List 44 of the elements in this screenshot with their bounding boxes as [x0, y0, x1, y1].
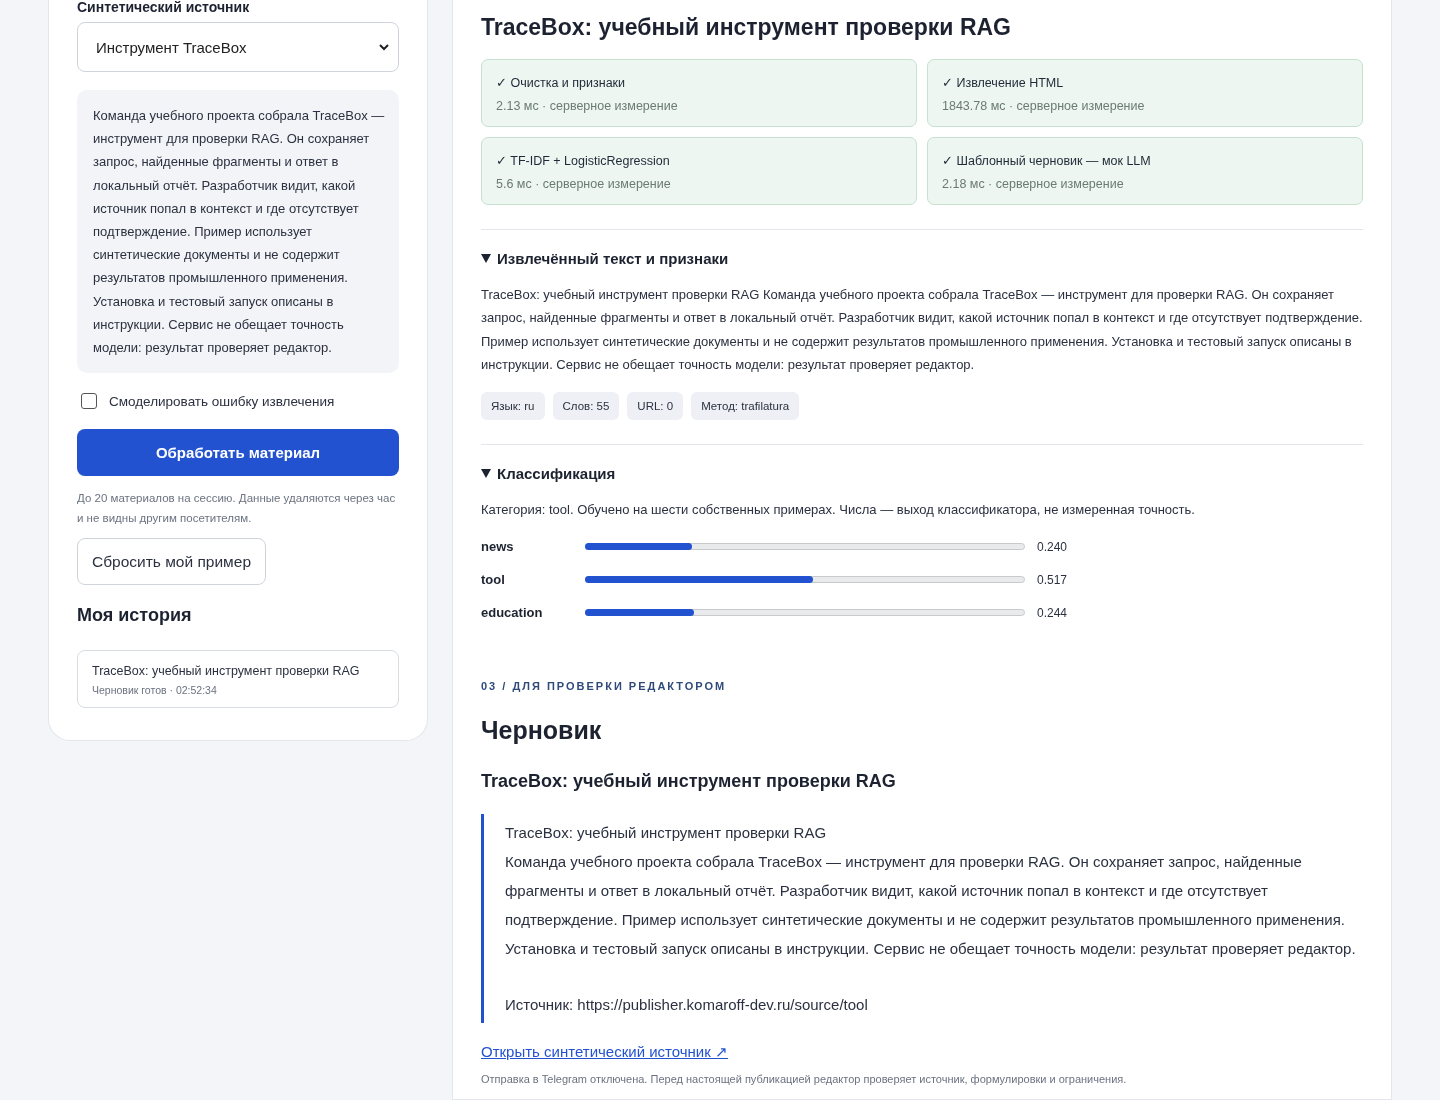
- score-value: 0.244: [1037, 606, 1069, 620]
- section-toggle[interactable]: Классификация: [481, 465, 1363, 483]
- draft-subtitle: TraceBox: учебный инструмент проверки RAG: [481, 771, 897, 793]
- chevron-icon: [378, 41, 390, 53]
- feature-tag: Метод: trafilatura: [691, 392, 800, 421]
- step-meta: 2.13 мс · серверное измерение: [496, 99, 679, 113]
- step-label: ✓ Извлечение HTML: [942, 75, 1065, 90]
- history-item[interactable]: TraceBox: учебный инструмент проверки RAG Черновик готов · 02:52:34: [77, 650, 399, 709]
- quote-source: Источник: https://publisher.komaroff-dev.ru/source/tool: [505, 995, 869, 1016]
- score-label: tool: [481, 572, 506, 588]
- footer-note: Отправка в Telegram отключена. Перед настоящей публикацией редактор проверяет источник, формулировки и ограничения.: [481, 1073, 1128, 1086]
- step-label: ✓ Шаблонный черновик — мок LLM: [942, 153, 1152, 168]
- feature-tag: Слов: 55: [552, 392, 620, 421]
- source-link[interactable]: Открыть синтетический источник ↗: [481, 1043, 728, 1062]
- field-label: Синтетический источник: [77, 0, 251, 14]
- quote-title: TraceBox: учебный инструмент проверки RAG: [505, 823, 828, 844]
- score-value: 0.517: [1037, 573, 1069, 587]
- section-kicker: 03 / ДЛЯ ПРОВЕРКИ РЕДАКТОРОМ: [481, 680, 728, 693]
- section-toggle[interactable]: Извлечённый текст и признаки: [481, 250, 1363, 267]
- step-meta: 2.18 мс · серверное измерение: [942, 177, 1125, 191]
- classification-summary: Категория: tool. Обучено на шести собственных примерах. Числа — выход классификатора, не измеренная точность.: [481, 501, 1196, 520]
- history-item-meta: Черновик готов · 02:52:34: [92, 684, 218, 697]
- page-title: TraceBox: учебный инструмент проверки RAG: [481, 14, 1012, 41]
- reset-button[interactable]: Сбросить мой пример: [77, 538, 266, 586]
- history-item-title: TraceBox: учебный инструмент проверки RAG: [92, 664, 361, 679]
- session-note: До 20 материалов на сессию. Данные удаляются через час и не видны другим посетителям.: [77, 491, 397, 527]
- checkbox-label: Смоделировать ошибку извлечения: [109, 393, 335, 409]
- source-description: Команда учебного проекта собрала TraceBox — инструмент для проверки RAG. Он сохраняет запрос, найденные фрагменты и ответ в локальный отчёт. Разработчик видит, какой источник попал в контекст и где отсутствует подтверждение. Пример использует синтетические документы и не содержит результатов промышленного применения. Установка и тестовый запуск описаны в инструкции. Сервис не обещает точность модели: результат проверяет редактор.: [77, 90, 399, 374]
- quote-body: Команда учебного проекта собрала TraceBox — инструмент для проверки RAG. Он сохраняет запрос, найденные фрагменты и ответ в локальный отчёт. Разработчик видит, какой источник попал в контекст и где отсутствует подтверждение. Пример использует синтетические документы и не содержит результатов промышленного применения. Установка и тестовый запуск описаны в инструкции. Сервис не обещает точность модели: результат проверяет редактор.: [505, 852, 1357, 960]
- process-button[interactable]: Обработать материал: [77, 429, 399, 477]
- score-label: education: [481, 605, 544, 621]
- feature-tag: URL: 0: [627, 392, 684, 421]
- feature-tag: Язык: ru: [481, 392, 545, 421]
- score-label: news: [481, 539, 515, 555]
- history-title: Моя история: [77, 605, 193, 627]
- draft-heading: Черновик: [481, 716, 603, 746]
- step-meta: 1843.78 мс · серверное измерение: [942, 99, 1146, 113]
- step-meta: 5.6 мс · серверное измерение: [496, 177, 672, 191]
- step-label: ✓ Очистка и признаки: [496, 75, 627, 90]
- checkbox[interactable]: [81, 393, 97, 410]
- extracted-text: TraceBox: учебный инструмент проверки RAG Команда учебного проекта собрала TraceBox — инструмент для проверки RAG. Он сохраняет запрос, найденные фрагменты и ответ в локальный отчёт. Разработчик видит, какой источник попал в контекст и где отсутствует подтверждение. Пример использует синтетические документы и не содержит результатов промышленного применения. Установка и тестовый запуск описаны в инструкции. Сервис не обещает точность модели: результат проверяет редактор.: [481, 286, 1363, 374]
- source-select[interactable]: Инструмент TraceBox: [77, 22, 399, 72]
- score-value: 0.240: [1037, 540, 1069, 554]
- step-label: ✓ TF-IDF + LogisticRegression: [496, 153, 671, 168]
